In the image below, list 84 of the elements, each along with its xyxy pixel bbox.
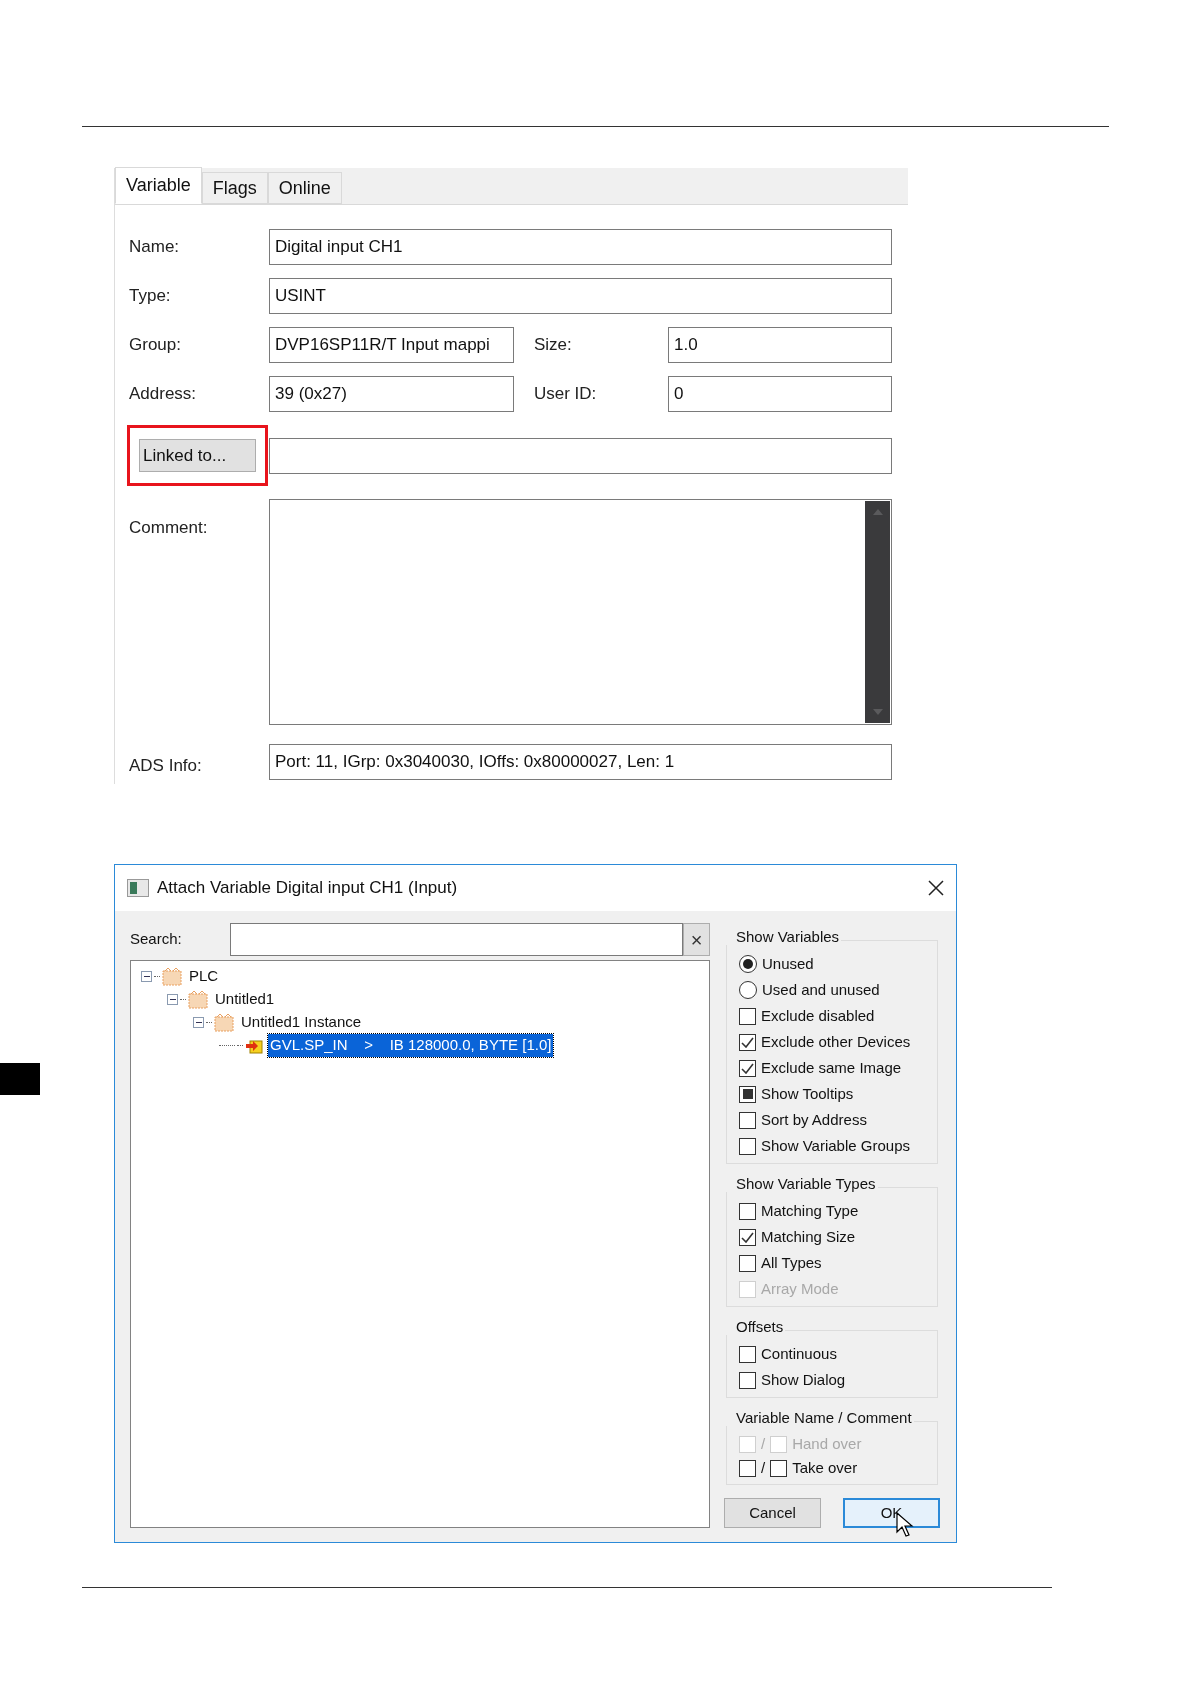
checkbox[interactable]	[739, 1085, 756, 1103]
radio-button[interactable]	[739, 981, 757, 999]
name-field[interactable]: Digital input CH1	[269, 229, 892, 265]
ads-info-field[interactable]: Port: 11, IGrp: 0x3040030, IOffs: 0x80000027, Len: 1	[269, 744, 892, 780]
arrow-icon	[245, 1037, 263, 1054]
close-icon[interactable]	[928, 880, 944, 896]
checkbox[interactable]	[739, 1228, 756, 1246]
tree-item[interactable]: PLC	[187, 965, 221, 988]
check-icon	[741, 1231, 754, 1243]
option-label: Sort by Address	[761, 1109, 867, 1130]
folder-icon	[162, 967, 182, 986]
group-title: Variable Name / Comment	[724, 1409, 914, 1426]
option-label: Unused	[762, 953, 814, 974]
option-label: Exclude disabled	[761, 1005, 875, 1026]
linked-to-button[interactable]: Linked to...	[139, 439, 256, 472]
tree-item[interactable]: Untitled1	[213, 988, 277, 1011]
field-label: Address:	[129, 383, 198, 406]
tree-item[interactable]: GVL.SP_IN > IB 128000.0, BYTE [1.0]	[268, 1034, 554, 1057]
field-label: ADS Info:	[129, 755, 203, 778]
option-label: Show Tooltips	[761, 1083, 854, 1104]
option-label: Hand over	[792, 1433, 862, 1454]
checkbox[interactable]	[739, 1059, 756, 1077]
search-field[interactable]	[230, 923, 683, 956]
option-label: Continuous	[761, 1343, 837, 1364]
collapse-toggle[interactable]	[141, 971, 152, 982]
page-tab-marker	[0, 1063, 40, 1095]
clear-search-button[interactable]: ×	[683, 923, 710, 956]
check-icon	[741, 1036, 754, 1048]
option-label: Take over	[792, 1457, 858, 1478]
folder-icon	[188, 990, 208, 1009]
group-title: Show Variables	[724, 928, 842, 945]
checkbox[interactable]	[739, 1137, 756, 1155]
field-label: Size:	[534, 334, 573, 357]
option-label: Exclude same Image	[761, 1057, 902, 1078]
field-label: Name:	[129, 236, 181, 259]
separator-text: /	[761, 1433, 766, 1454]
separator-text: /	[761, 1457, 766, 1478]
user-id-field[interactable]: 0	[668, 376, 892, 412]
checkbox[interactable]	[739, 1371, 756, 1389]
checkbox[interactable]	[739, 1202, 756, 1220]
option-label: Matching Type	[761, 1200, 859, 1221]
group-title: Show Variable Types	[724, 1175, 878, 1192]
option-label: All Types	[761, 1252, 822, 1273]
checkbox[interactable]	[739, 1007, 756, 1025]
comment-field[interactable]	[269, 499, 892, 725]
field-label: Type:	[129, 285, 172, 308]
tab[interactable]: Variable	[115, 167, 202, 204]
scroll-up-icon	[872, 509, 883, 515]
radio-button[interactable]	[739, 955, 757, 973]
tab[interactable]: Online	[267, 172, 342, 204]
option-label: Show Variable Groups	[761, 1135, 910, 1156]
tree-item[interactable]: Untitled1 Instance	[239, 1011, 364, 1034]
field-label: Comment:	[129, 517, 209, 539]
field-label: User ID:	[534, 383, 598, 406]
folder-icon	[214, 1013, 234, 1032]
check-icon	[741, 1062, 754, 1074]
option-label: Array Mode	[761, 1278, 839, 1299]
cancel-button[interactable]: Cancel	[724, 1498, 821, 1528]
checkbox[interactable]	[739, 1345, 756, 1363]
field-label: Group:	[129, 334, 182, 357]
search-label: Search:	[130, 929, 183, 950]
checkbox[interactable]	[739, 1459, 756, 1477]
tab[interactable]: Flags	[201, 172, 268, 204]
scrollbar[interactable]	[865, 501, 890, 723]
address-field[interactable]: 39 (0x27)	[269, 376, 514, 412]
window-title: Attach Variable Digital input CH1 (Input)	[157, 877, 458, 900]
group-title: Offsets	[724, 1318, 786, 1335]
type-field[interactable]: USINT	[269, 278, 892, 314]
linked-field[interactable]	[269, 437, 892, 474]
scroll-down-icon	[872, 709, 883, 715]
option-label: Exclude other Devices	[761, 1031, 911, 1052]
window-icon	[127, 879, 149, 897]
size-field[interactable]: 1.0	[668, 327, 892, 363]
collapse-toggle[interactable]	[167, 994, 178, 1005]
checkbox[interactable]	[739, 1033, 756, 1051]
collapse-toggle[interactable]	[193, 1017, 204, 1028]
option-label: Used and unused	[762, 979, 880, 1000]
checkbox[interactable]	[739, 1254, 756, 1272]
group-field[interactable]: DVP16SP11R/T Input mappi	[269, 327, 514, 363]
checkbox[interactable]	[739, 1111, 756, 1129]
checkbox[interactable]	[770, 1459, 788, 1477]
option-label: Matching Size	[761, 1226, 856, 1247]
option-label: Show Dialog	[761, 1369, 846, 1390]
indeterminate-icon	[742, 1089, 753, 1099]
